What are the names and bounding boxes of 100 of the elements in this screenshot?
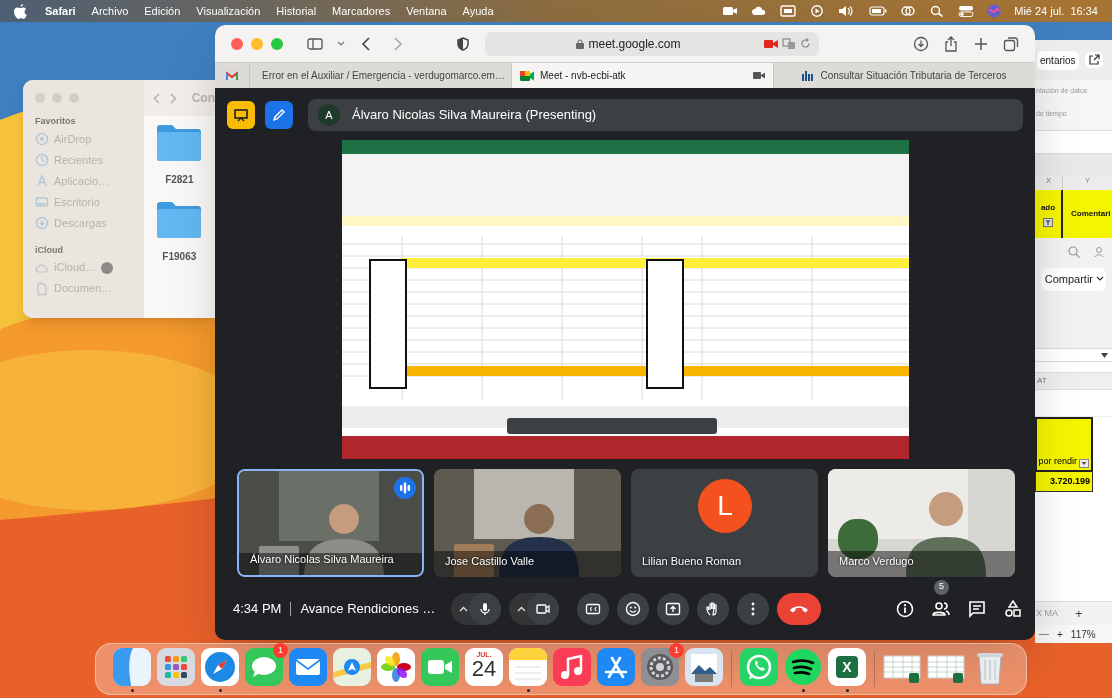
chat-icon[interactable]: [967, 598, 987, 619]
cloud-icon[interactable]: [751, 5, 768, 17]
window-icon[interactable]: [780, 5, 797, 17]
map-icon[interactable]: [333, 648, 371, 686]
tax-office-icon: [802, 70, 815, 81]
video-camera-icon[interactable]: [421, 648, 459, 686]
menu-item[interactable]: Safari: [45, 2, 76, 20]
download-icon[interactable]: [913, 35, 929, 52]
participant-name: Álvaro Nicolas Silva Maureira: [250, 551, 394, 567]
camera-icon: [764, 38, 778, 49]
table-cell: por rendir: [1038, 454, 1077, 468]
folder-label[interactable]: F2821: [165, 172, 194, 187]
share-button[interactable]: Compartir: [1041, 268, 1106, 291]
menu-item[interactable]: Ventana: [406, 2, 447, 20]
dropdown-icon[interactable]: [1079, 459, 1089, 468]
envelope-icon[interactable]: [289, 648, 327, 686]
flower-icon[interactable]: [377, 648, 415, 686]
camera-options-button[interactable]: [509, 592, 560, 625]
caret-icon[interactable]: [459, 605, 469, 612]
pen-icon[interactable]: [272, 108, 286, 122]
speech-bubble-icon[interactable]: [245, 648, 283, 686]
end-call-button[interactable]: [777, 592, 822, 625]
microphone-button[interactable]: [469, 592, 502, 625]
microphone-options-button[interactable]: [451, 592, 502, 625]
menu-item[interactable]: Archivo: [91, 2, 129, 20]
finder-icon[interactable]: [113, 648, 151, 686]
toggles-icon[interactable]: [958, 5, 975, 17]
chevron-icon[interactable]: [1096, 276, 1104, 283]
search-icon[interactable]: [1068, 246, 1080, 258]
launchpad-icon[interactable]: [157, 648, 195, 686]
reload-icon[interactable]: [800, 38, 811, 49]
lock-icon: [576, 38, 585, 49]
clock[interactable]: Mié 24 jul. 16:34: [1014, 2, 1098, 20]
avatar: A: [318, 104, 340, 126]
present-button[interactable]: [657, 592, 690, 625]
sidebar-icon[interactable]: [307, 35, 323, 52]
participant-name: Marco Verdugo: [839, 553, 914, 569]
present-icon[interactable]: [665, 600, 682, 617]
close-button[interactable]: [231, 37, 243, 50]
meeting-time: 4:34 PM: [233, 599, 282, 618]
compass-icon[interactable]: [201, 648, 239, 686]
browser-tab[interactable]: Meet - nvb-ecbi-atk: [511, 63, 773, 88]
folder-icon[interactable]: [156, 201, 203, 239]
apps-icon: [35, 174, 49, 188]
raise-hand-button[interactable]: [697, 592, 730, 625]
tabs-overview-icon[interactable]: [1003, 35, 1019, 52]
notepad-icon[interactable]: [509, 648, 547, 686]
caret-icon[interactable]: [517, 605, 527, 612]
shapes-icon[interactable]: [1003, 598, 1023, 619]
spreadsheet-app-icon[interactable]: X: [828, 648, 866, 686]
comments-button[interactable]: entarios: [1037, 50, 1079, 70]
window-title: Con: [191, 90, 215, 107]
play-icon[interactable]: [809, 5, 826, 17]
sidebar-heading: Favoritos: [35, 115, 77, 128]
emoji-icon[interactable]: [625, 600, 642, 617]
annotate-button[interactable]: [265, 101, 293, 129]
info-icon[interactable]: [895, 598, 915, 619]
column-header: AT: [1036, 375, 1048, 387]
phone-bubble-icon[interactable]: [740, 648, 778, 686]
app-store-icon[interactable]: [597, 648, 635, 686]
zoom-in-button[interactable]: +: [1057, 626, 1063, 642]
document-icon: [35, 281, 49, 296]
dropdown-icon[interactable]: [1101, 352, 1108, 358]
address-field[interactable]: meet.google.com: [485, 31, 819, 56]
battery-icon[interactable]: [869, 5, 888, 17]
menu-item[interactable]: Ayuda: [462, 2, 494, 20]
hang-up-icon[interactable]: [789, 603, 810, 614]
menu-item[interactable]: Marcadores: [332, 2, 391, 20]
progress-icon: [101, 261, 114, 274]
sound-waves-icon[interactable]: [784, 648, 822, 686]
captions-button[interactable]: [577, 592, 610, 625]
apple-icon[interactable]: [14, 3, 27, 19]
menu-item[interactable]: Historial: [276, 2, 317, 20]
share-icon[interactable]: [943, 35, 959, 52]
camera-button[interactable]: [527, 592, 560, 625]
meeting-title: Avance Rendiciones …: [300, 599, 436, 618]
link-icon[interactable]: [900, 5, 917, 17]
shield-icon[interactable]: [457, 36, 469, 51]
gear-icon[interactable]: [641, 648, 679, 686]
folder-icon[interactable]: [156, 124, 203, 162]
dropdown-field[interactable]: [1035, 348, 1112, 362]
add-sheet-button[interactable]: +: [1075, 603, 1083, 624]
camera-icon[interactable]: [722, 5, 739, 17]
airdrop-icon: [35, 132, 49, 146]
menu-item[interactable]: Edición: [144, 2, 181, 20]
speaking-icon: [394, 477, 416, 499]
filter-icon[interactable]: [1043, 217, 1053, 227]
more-options-button[interactable]: [737, 592, 770, 625]
menu-item[interactable]: Visualización: [196, 2, 261, 20]
folder-label[interactable]: F19063: [162, 249, 197, 264]
table-cell-text: 3.720.199: [1049, 474, 1090, 488]
photo-viewer-icon[interactable]: [685, 648, 723, 686]
table-cell: ado: [1040, 201, 1056, 214]
mail-icon: [226, 70, 238, 81]
music-note-icon[interactable]: [553, 648, 591, 686]
participant-name: Lilian Bueno Roman: [642, 553, 742, 569]
emoji-button[interactable]: [617, 592, 650, 625]
new-tab-icon[interactable]: [973, 35, 989, 52]
slides-button[interactable]: [227, 101, 255, 129]
presentation-icon[interactable]: [234, 108, 248, 122]
